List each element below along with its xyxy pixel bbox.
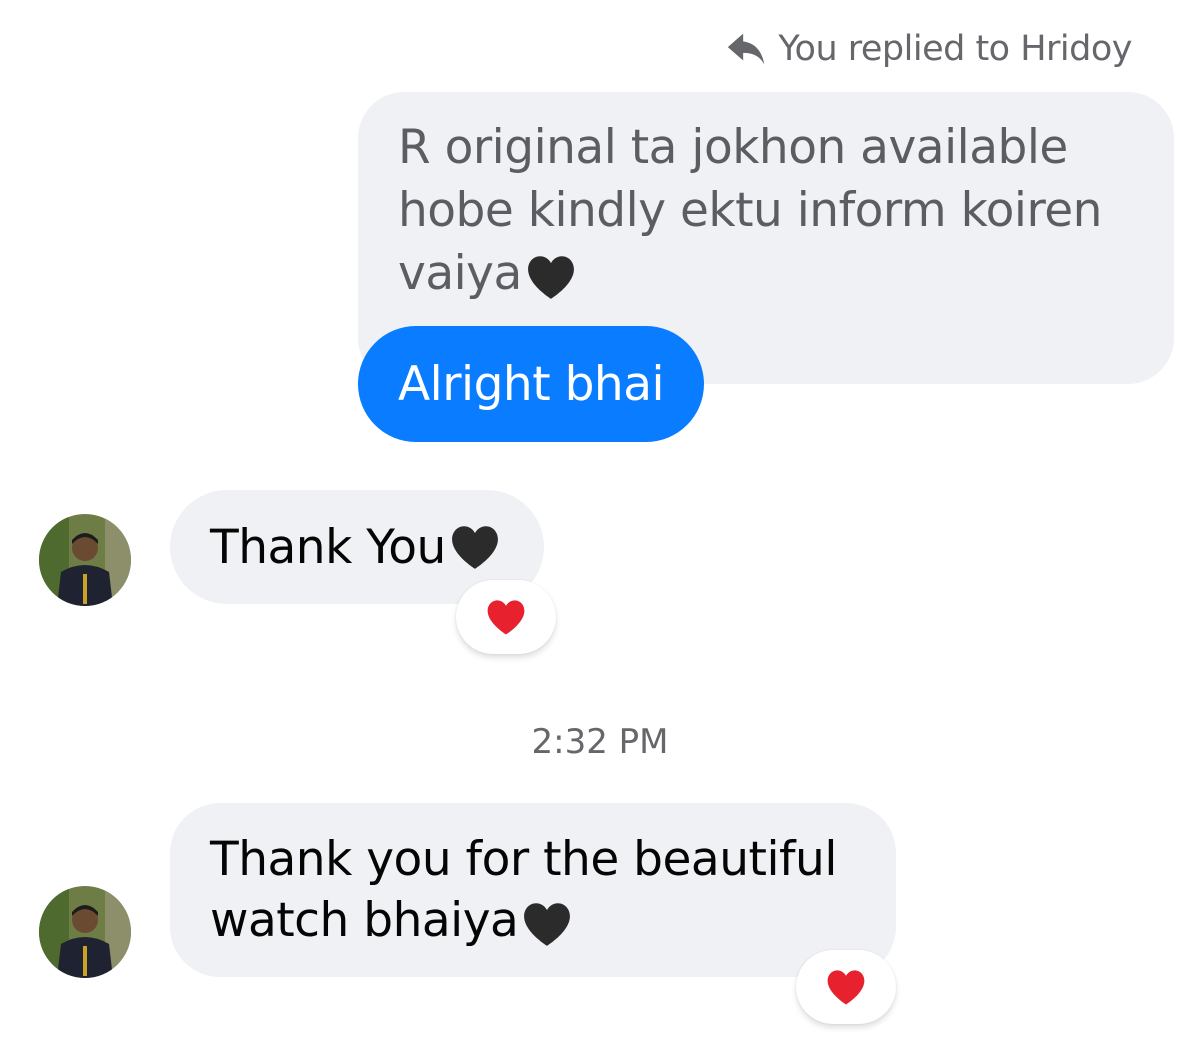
reaction-badge[interactable] xyxy=(796,950,896,1024)
red-heart-icon xyxy=(487,600,525,635)
received-message-bubble[interactable]: Thank you for the beautiful watch bhaiya xyxy=(170,803,896,977)
black-heart-icon xyxy=(451,526,498,569)
timestamp: 2:32 PM xyxy=(531,722,669,762)
reply-arrow-icon xyxy=(728,33,765,65)
sent-message-bubble[interactable]: Alright bhai xyxy=(358,326,705,442)
reply-header: You replied to Hridoy xyxy=(724,26,1132,72)
avatar[interactable] xyxy=(39,514,131,606)
avatar[interactable] xyxy=(39,886,131,978)
black-heart-icon xyxy=(524,902,571,946)
black-heart-icon xyxy=(527,255,574,299)
quoted-message-text: R original ta jokhon available hobe kind… xyxy=(398,120,1102,301)
received-message-text: Thank You xyxy=(210,519,446,575)
sent-message-text: Alright bhai xyxy=(398,356,665,412)
red-heart-icon xyxy=(827,970,865,1005)
reply-header-text: You replied to Hridoy xyxy=(778,29,1132,69)
reaction-badge[interactable] xyxy=(456,580,556,654)
